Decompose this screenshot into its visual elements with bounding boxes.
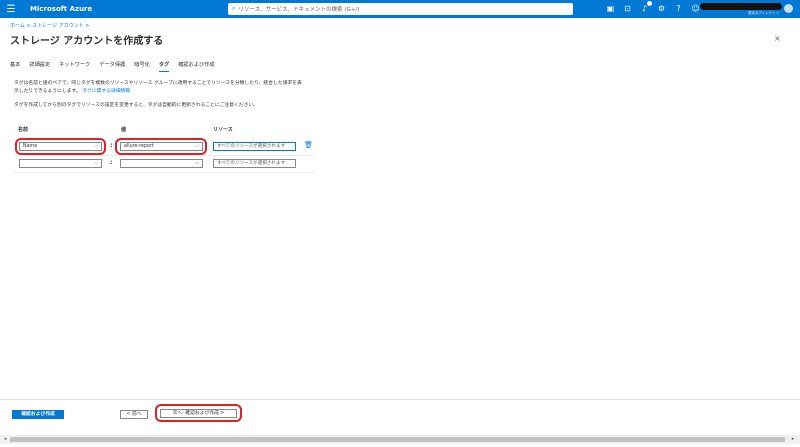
close-icon[interactable]: × [774, 34, 781, 43]
separator-colon: : [110, 142, 113, 149]
highlight-name-field [15, 138, 106, 155]
tag-resource-dropdown[interactable]: すべてのリソースが選択されます [213, 142, 296, 151]
column-header-resource: リソース [213, 127, 233, 133]
tag-value-dropdown[interactable]: ⌵ [120, 159, 203, 168]
scroll-right-icon[interactable]: ▸ [788, 435, 798, 444]
directory-filter-icon[interactable]: ⊡ [622, 2, 633, 15]
account-menu[interactable]: 既定のディレクトリ [700, 2, 793, 16]
description-text: タグは名前と値のペアで、同じタグを複数のリソースやリソース グループに適用するこ… [14, 81, 302, 94]
cloud-shell-icon[interactable]: ▣ [605, 2, 616, 15]
column-header-value: 値 [121, 127, 127, 133]
breadcrumb[interactable]: ホーム > ストレージ アカウント > [10, 22, 90, 29]
tab-data-protection[interactable]: データ保護 [99, 61, 125, 72]
wizard-tabs: 基本 詳細設定 ネットワーク データ保護 暗号化 タグ 確認および作成 [10, 61, 215, 72]
avatar[interactable] [784, 4, 793, 13]
search-icon: ⌕ [232, 5, 236, 12]
scrollbar-thumb[interactable] [10, 437, 785, 442]
chevron-down-icon: ⌵ [94, 160, 98, 166]
separator-colon: : [110, 159, 113, 166]
previous-button[interactable]: < 前へ [120, 410, 148, 419]
tag-resource-dropdown[interactable]: すべてのリソースが選択されます [213, 159, 296, 168]
page-title: ストレージ アカウントを作成する [10, 36, 164, 47]
global-search-input[interactable]: ⌕ リソース、サービス、ドキュメントの検索 (G+/) [228, 3, 573, 15]
settings-gear-icon[interactable]: ⚙ [656, 2, 667, 15]
scroll-left-icon[interactable]: ◂ [0, 435, 10, 444]
column-header-name: 名前 [18, 127, 29, 133]
more-options-icon[interactable]: ··· [142, 33, 149, 41]
next-review-create-button[interactable]: 次へ: 確認および作成 > [160, 409, 237, 418]
app-brand[interactable]: Microsoft Azure [30, 5, 200, 13]
delete-tag-icon[interactable]: 🗑 [304, 141, 313, 149]
tab-advanced[interactable]: 詳細設定 [29, 61, 50, 72]
chevron-down-icon: ⌵ [195, 160, 199, 166]
top-navigation-bar: ☰ Microsoft Azure ⌕ リソース、サービス、ドキュメントの検索 … [0, 0, 800, 18]
search-placeholder: リソース、サービス、ドキュメントの検索 (G+/) [238, 7, 360, 13]
tab-tags[interactable]: タグ [158, 61, 170, 72]
hamburger-menu-icon[interactable]: ☰ [0, 0, 22, 18]
review-create-button[interactable]: 確認および作成 [12, 410, 64, 419]
account-directory: 既定のディレクトリ [748, 11, 780, 15]
tab-encryption[interactable]: 暗号化 [134, 61, 150, 72]
notifications-icon[interactable]: ♪ [639, 1, 652, 15]
redacted-account-name [700, 3, 782, 10]
learn-more-link[interactable]: タグに関する詳細情報 [82, 89, 130, 94]
help-icon[interactable]: ? [673, 2, 684, 15]
horizontal-scrollbar[interactable]: ◂ ▸ [0, 435, 800, 444]
tab-networking[interactable]: ネットワーク [59, 61, 90, 72]
tab-basics[interactable]: 基本 [10, 61, 20, 72]
row-divider [14, 155, 314, 156]
tag-name-dropdown[interactable]: ⌵ [19, 159, 102, 168]
row-divider [14, 172, 314, 173]
notification-badge [647, 1, 652, 6]
highlight-value-field [115, 138, 207, 155]
tags-note: タグを作成してから別のタグでリソースの設定を変更すると、タグは自動的に更新される… [14, 103, 258, 108]
tab-review-create[interactable]: 確認および作成 [178, 61, 214, 72]
footer-divider [0, 399, 800, 400]
tags-description: タグは名前と値のペアで、同じタグを複数のリソースやリソース グループに適用するこ… [14, 80, 304, 95]
